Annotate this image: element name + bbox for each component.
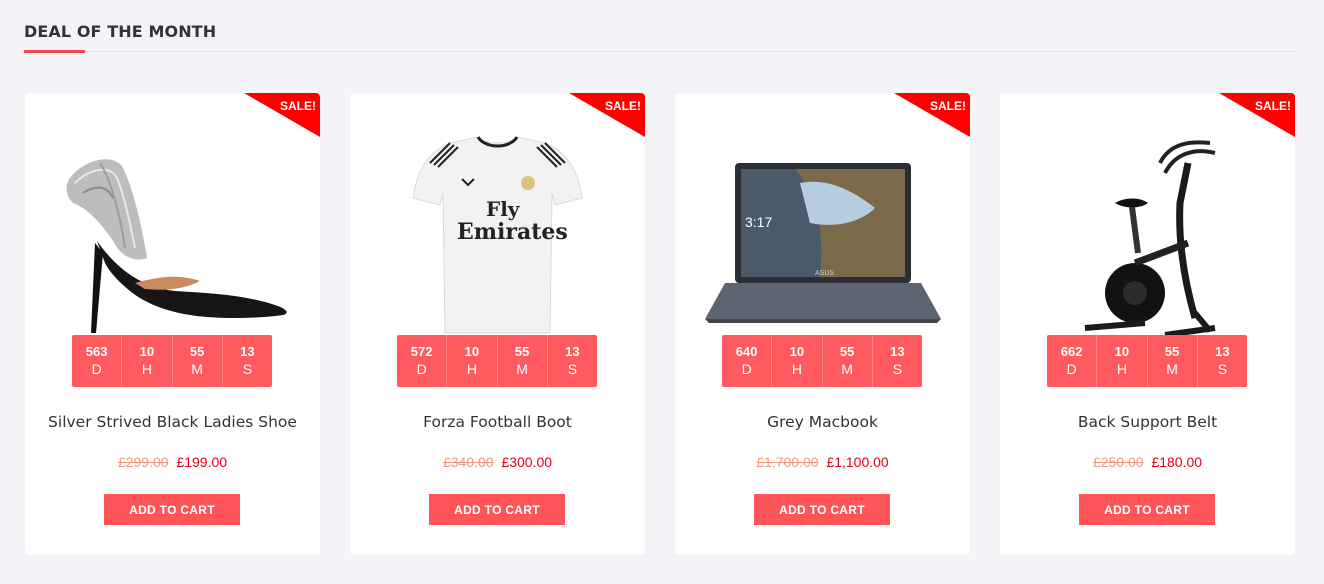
old-price: £1,700.00 bbox=[756, 454, 819, 470]
countdown-seconds: 13 S bbox=[565, 344, 580, 377]
countdown-timer: 640 D 10 H 55 M 13 S bbox=[722, 335, 922, 387]
countdown-timer: 662 D 10 H 55 M 13 S bbox=[1047, 335, 1247, 387]
sale-badge: SALE! bbox=[1255, 99, 1291, 113]
jersey-sponsor-line1: Fly bbox=[486, 197, 521, 221]
product-card[interactable]: SALE! 563 D 10 H 55 M 13 S Silver Strived Bl… bbox=[25, 93, 320, 555]
countdown-minutes: 55 M bbox=[173, 335, 223, 387]
sale-badge: SALE! bbox=[280, 99, 316, 113]
countdown-hours: 10 H bbox=[122, 335, 173, 387]
add-to-cart-button[interactable]: ADD TO CART bbox=[1079, 494, 1215, 525]
countdown-hours: 10 H bbox=[1097, 335, 1148, 387]
sale-badge: SALE! bbox=[930, 99, 966, 113]
old-price: £250.00 bbox=[1092, 454, 1144, 470]
old-price: £340.00 bbox=[442, 454, 494, 470]
section-title: DEAL OF THE MONTH bbox=[24, 22, 217, 41]
laptop-clock: 3:17 bbox=[745, 214, 772, 230]
countdown-minutes: 55 M bbox=[498, 335, 548, 387]
add-to-cart-button[interactable]: ADD TO CART bbox=[754, 494, 890, 525]
countdown-seconds: 13 S bbox=[240, 344, 255, 377]
price-row: £1,700.00 £1,100.00 bbox=[675, 454, 970, 470]
sale-price: £180.00 bbox=[1151, 454, 1203, 470]
sale-price: £1,100.00 bbox=[826, 454, 889, 470]
laptop-brand: ASUS bbox=[815, 270, 834, 277]
product-name[interactable]: Silver Strived Black Ladies Shoe bbox=[25, 413, 320, 431]
countdown-days: 662 D bbox=[1047, 335, 1098, 387]
add-to-cart-button[interactable]: ADD TO CART bbox=[429, 494, 565, 525]
countdown-minutes: 55 M bbox=[823, 335, 873, 387]
sale-price: £199.00 bbox=[176, 454, 228, 470]
countdown-seconds: 13 S bbox=[890, 344, 905, 377]
sale-price: £300.00 bbox=[501, 454, 553, 470]
laptop-image[interactable]: 3:17 ASUS bbox=[675, 123, 970, 343]
product-name[interactable]: Forza Football Boot bbox=[350, 413, 645, 431]
countdown-seconds: 13 S bbox=[1215, 344, 1230, 377]
product-card[interactable]: SALE! 662 D 10 H 55 M 13 S Back Support Belt… bbox=[1000, 93, 1295, 555]
countdown-hours: 10 H bbox=[447, 335, 498, 387]
old-price: £299.00 bbox=[117, 454, 169, 470]
jersey-sponsor-line2: Emirates bbox=[457, 219, 568, 245]
add-to-cart-button[interactable]: ADD TO CART bbox=[104, 494, 240, 525]
product-name[interactable]: Back Support Belt bbox=[1000, 413, 1295, 431]
price-row: £250.00 £180.00 bbox=[1000, 454, 1295, 470]
product-name[interactable]: Grey Macbook bbox=[675, 413, 970, 431]
countdown-hours: 10 H bbox=[772, 335, 823, 387]
price-row: £299.00 £199.00 bbox=[25, 454, 320, 470]
section-title-underline bbox=[24, 50, 85, 53]
high-heel-shoe-image[interactable] bbox=[25, 123, 320, 343]
product-card[interactable]: SALE! Fly Emirates 572 D 10 H 55 M 13 S Forz… bbox=[350, 93, 645, 555]
sale-badge: SALE! bbox=[605, 99, 641, 113]
countdown-days: 572 D bbox=[397, 335, 448, 387]
exercise-bike-image[interactable] bbox=[1000, 123, 1295, 343]
price-row: £340.00 £300.00 bbox=[350, 454, 645, 470]
countdown-timer: 572 D 10 H 55 M 13 S bbox=[397, 335, 597, 387]
countdown-days: 563 D bbox=[72, 335, 123, 387]
football-jersey-image[interactable]: Fly Emirates bbox=[350, 123, 645, 343]
section-header: DEAL OF THE MONTH bbox=[24, 22, 1297, 53]
countdown-timer: 563 D 10 H 55 M 13 S bbox=[72, 335, 272, 387]
countdown-minutes: 55 M bbox=[1148, 335, 1198, 387]
countdown-days: 640 D bbox=[722, 335, 773, 387]
product-card[interactable]: SALE! 3:17 ASUS 640 D 10 H 55 M 13 S Grey Ma… bbox=[675, 93, 970, 555]
